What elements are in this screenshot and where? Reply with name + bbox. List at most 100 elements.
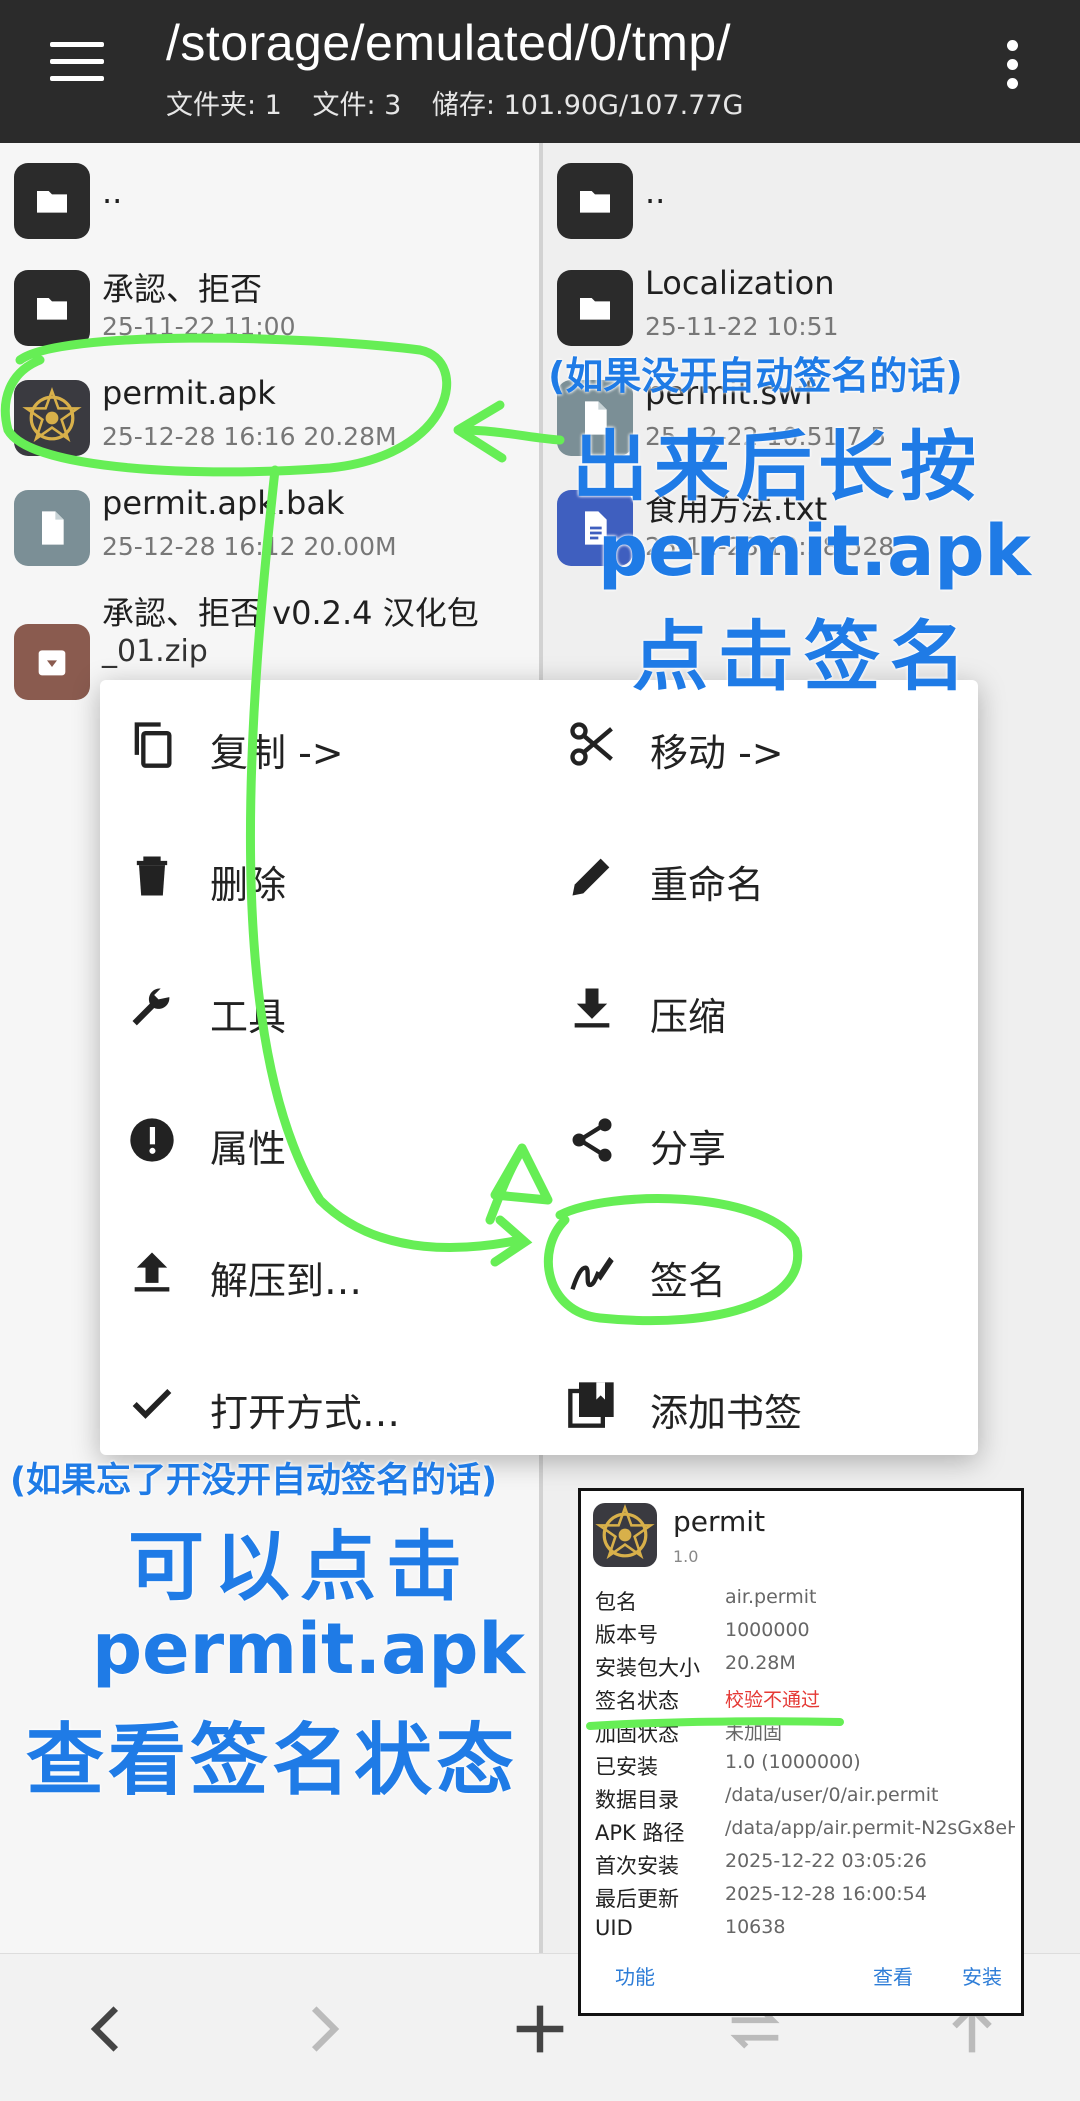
info-key: 安装包大小 bbox=[595, 1656, 700, 1680]
file-name: 承認、拒否 v0.2.4 汉化包 bbox=[102, 594, 479, 632]
info-row-installed: 已安装 1.0 (1000000) bbox=[595, 1751, 1015, 1783]
storage-stats: 文件夹: 1 文件: 3 储存: 101.90G/107.77G bbox=[166, 83, 765, 122]
menu-item-sign[interactable]: 签名 bbox=[540, 1226, 960, 1316]
current-path: /storage/emulated/0/tmp/ bbox=[166, 15, 732, 71]
menu-item-delete[interactable]: 删除 bbox=[100, 830, 520, 920]
copy-icon bbox=[134, 722, 172, 768]
archive-icon bbox=[14, 624, 90, 700]
menu-item-rename[interactable]: 重命名 bbox=[540, 830, 960, 920]
file-meta: _01.zip bbox=[102, 634, 208, 669]
menu-item-label: 签名 bbox=[650, 1259, 727, 1303]
file-name: 承認、拒否 bbox=[102, 270, 263, 308]
info-row-first-install: 首次安装 2025-12-22 03:05:26 bbox=[595, 1850, 1015, 1882]
file-row-zip[interactable]: 承認、拒否 v0.2.4 汉化包 _01.zip bbox=[0, 588, 539, 700]
info-row-last-update: 最后更新 2025-12-28 16:00:54 bbox=[595, 1883, 1015, 1915]
storage-usage: 储存: 101.90G/107.77G bbox=[431, 90, 744, 121]
info-row-package: 包名 air.permit bbox=[595, 1586, 1015, 1618]
info-value: 未加固 bbox=[725, 1722, 783, 1744]
more-options-icon[interactable] bbox=[1005, 40, 1019, 92]
menu-item-label: 打开方式… bbox=[210, 1391, 401, 1435]
menu-item-bookmark[interactable]: 添加书签 bbox=[540, 1358, 960, 1448]
menu-item-label: 重命名 bbox=[650, 863, 765, 907]
bookmark-icon bbox=[568, 1382, 614, 1428]
menu-item-compress[interactable]: 压缩 bbox=[540, 962, 960, 1052]
menu-item-label: 压缩 bbox=[650, 995, 727, 1039]
forward-arrow-icon[interactable] bbox=[288, 1994, 358, 2064]
info-key: UID bbox=[595, 1916, 633, 1940]
file-row-localization[interactable]: Localization 25-11-22 10:51 bbox=[543, 258, 1080, 358]
install-button[interactable]: 安装 bbox=[962, 1961, 1002, 1990]
annotation-line: 点击签名 bbox=[632, 612, 976, 701]
annotation-line: permit.apk bbox=[598, 510, 1031, 592]
info-row-apk-path: APK 路径/data/app/air.permit-N2sGx8eH… bbox=[595, 1817, 1015, 1849]
delete-icon bbox=[136, 856, 168, 896]
app-icon bbox=[593, 1503, 657, 1567]
annotation-line: 查看签名状态 bbox=[26, 1716, 519, 1806]
info-value: /data/user/0/air.permit bbox=[725, 1784, 939, 1806]
file-row-parent[interactable]: .. bbox=[543, 153, 1080, 253]
info-value: 2025-12-28 16:00:54 bbox=[725, 1883, 927, 1905]
file-name: permit.apk bbox=[102, 374, 276, 412]
info-key: 数据目录 bbox=[595, 1788, 679, 1812]
card-actions: 功能 查看 安装 bbox=[581, 1961, 1021, 2001]
menu-item-label: 添加书签 bbox=[650, 1391, 803, 1435]
menu-item-label: 移动 -> bbox=[650, 731, 784, 775]
menu-item-label: 解压到… bbox=[210, 1259, 363, 1303]
annotation-note-top: (如果没开自动签名的话) bbox=[548, 354, 963, 398]
info-value: air.permit bbox=[725, 1586, 817, 1608]
menu-item-extract[interactable]: 解压到… bbox=[100, 1226, 520, 1316]
info-value: 10638 bbox=[725, 1916, 786, 1938]
file-name: permit.apk.bak bbox=[102, 484, 345, 522]
info-row-version-code: 版本号 1000000 bbox=[595, 1619, 1015, 1651]
menu-icon[interactable] bbox=[50, 42, 104, 84]
file-row-permit-apk-bak[interactable]: permit.apk.bak 25-12-28 16:12 20.00M bbox=[0, 478, 539, 578]
file-meta: 25-11-22 10:51 bbox=[645, 312, 839, 341]
menu-item-open-with[interactable]: 打开方式… bbox=[100, 1358, 520, 1448]
info-row-data-dir: 数据目录/data/user/0/air.permit bbox=[595, 1784, 1015, 1816]
info-value: 20.28M bbox=[725, 1652, 796, 1674]
info-key: 首次安装 bbox=[595, 1854, 679, 1878]
app-icon bbox=[14, 380, 90, 456]
view-button[interactable]: 查看 bbox=[873, 1961, 913, 1990]
cut-icon bbox=[570, 722, 613, 766]
folder-icon bbox=[14, 163, 90, 239]
signature-icon bbox=[570, 1256, 614, 1291]
menu-item-label: 属性 bbox=[210, 1127, 287, 1171]
folder-icon bbox=[557, 163, 633, 239]
folder-icon bbox=[557, 270, 633, 346]
back-arrow-icon[interactable] bbox=[72, 1994, 142, 2064]
menu-item-move[interactable]: 移动 -> bbox=[540, 698, 960, 788]
file-row-folder[interactable]: 承認、拒否 25-11-22 11:00 bbox=[0, 258, 539, 358]
add-icon[interactable] bbox=[505, 1994, 575, 2064]
wrench-icon bbox=[132, 988, 170, 1026]
info-row-signature: 签名状态 校验不通过 bbox=[595, 1685, 1015, 1717]
menu-item-share[interactable]: 分享 bbox=[540, 1094, 960, 1184]
file-name: Localization bbox=[645, 264, 835, 302]
menu-item-properties[interactable]: 属性 bbox=[100, 1094, 520, 1184]
file-count: 文件: 3 bbox=[312, 90, 402, 121]
info-key: 版本号 bbox=[595, 1623, 658, 1647]
file-icon bbox=[14, 490, 90, 566]
info-row-size: 安装包大小 20.28M bbox=[595, 1652, 1015, 1684]
folder-count: 文件夹: 1 bbox=[166, 90, 282, 121]
info-key: 加固状态 bbox=[595, 1722, 679, 1746]
info-key: 最后更新 bbox=[595, 1887, 679, 1911]
info-value: 1000000 bbox=[725, 1619, 810, 1641]
menu-item-label: 复制 -> bbox=[210, 731, 344, 775]
function-button[interactable]: 功能 bbox=[615, 1961, 655, 1990]
file-meta: 25-12-28 16:12 20.00M bbox=[102, 532, 397, 561]
menu-item-tools[interactable]: 工具 bbox=[100, 962, 520, 1052]
check-icon bbox=[132, 1389, 172, 1419]
file-name: .. bbox=[102, 173, 123, 211]
info-value: 2025-12-22 03:05:26 bbox=[725, 1850, 927, 1872]
info-key: 包名 bbox=[595, 1590, 637, 1614]
download-icon bbox=[574, 988, 610, 1028]
annotation-line: 出来后长按 bbox=[572, 422, 982, 511]
file-row-permit-apk[interactable]: permit.apk 25-12-28 16:16 20.28M bbox=[0, 368, 539, 468]
annotation-note-bottom: (如果忘了开没开自动签名的话) bbox=[10, 1461, 497, 1501]
app-toolbar: /storage/emulated/0/tmp/ 文件夹: 1 文件: 3 储存… bbox=[0, 0, 1080, 143]
file-row-parent[interactable]: .. bbox=[0, 153, 539, 253]
share-icon bbox=[572, 1118, 612, 1162]
file-meta: 25-12-28 16:16 20.28M bbox=[102, 422, 397, 451]
menu-item-copy[interactable]: 复制 -> bbox=[100, 698, 520, 788]
